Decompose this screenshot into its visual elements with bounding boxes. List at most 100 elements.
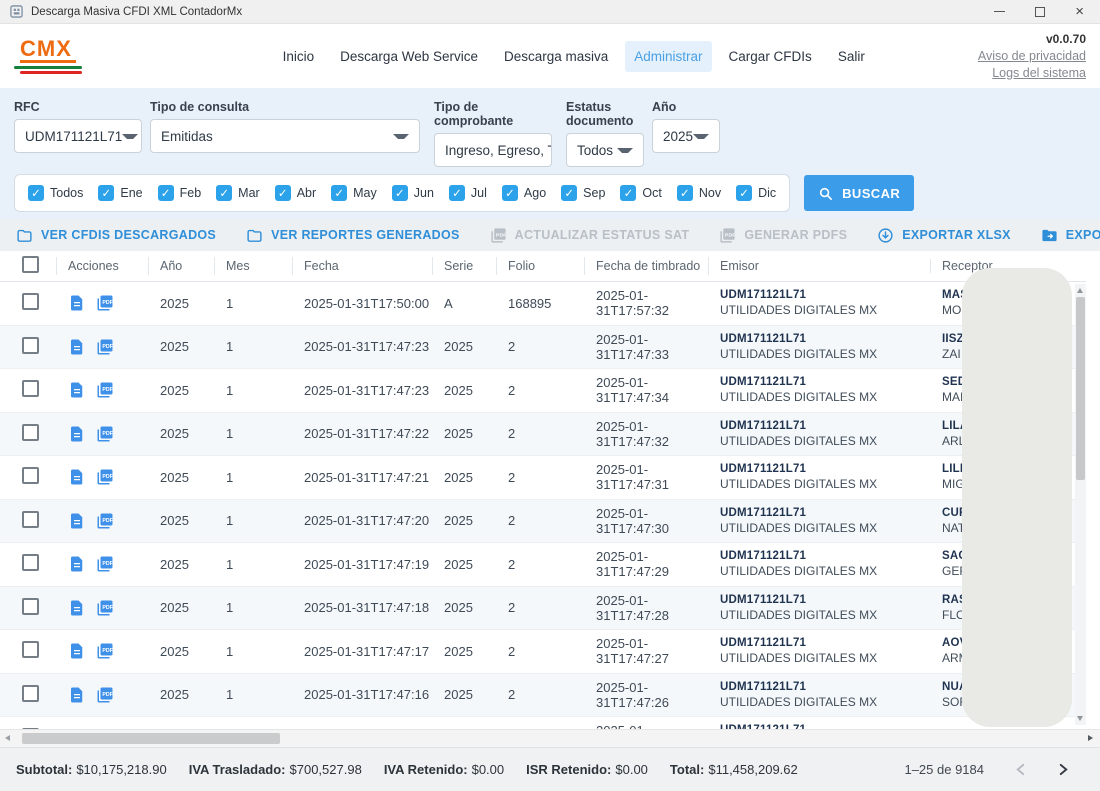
close-button[interactable]: × [1075,4,1084,19]
nav-item[interactable]: Salir [829,41,874,72]
buscar-button[interactable]: BUSCAR [804,175,914,211]
view-pdf-icon[interactable]: PDF [96,381,114,399]
toolbar-button[interactable]: PDF VER CFDIS DESCARGADOS [16,227,216,244]
view-xml-icon[interactable] [68,555,86,573]
month-filter[interactable]: Feb [158,185,202,201]
month-filter[interactable]: Ago [502,185,546,201]
row-checkbox[interactable] [22,511,39,528]
view-xml-icon[interactable] [68,468,86,486]
cell-fecha: 2025-01-31T17:47:22 [292,426,432,441]
row-checkbox[interactable] [22,554,39,571]
month-checkbox[interactable] [216,185,232,201]
view-pdf-icon[interactable]: PDF [96,338,114,356]
view-pdf-icon[interactable]: PDF [96,599,114,617]
row-checkbox[interactable] [22,467,39,484]
row-checkbox[interactable] [22,598,39,615]
month-checkbox[interactable] [98,185,114,201]
nav-item[interactable]: Descarga masiva [495,41,617,72]
select-all-checkbox[interactable] [22,256,39,273]
view-pdf-icon[interactable]: PDF [96,425,114,443]
toolbar-button[interactable]: PDF GENERAR PDFS [719,227,847,244]
horizontal-scrollbar[interactable] [0,729,1100,747]
scroll-right-arrow[interactable] [1088,735,1093,741]
col-fecha: Fecha [292,259,432,273]
filter-select[interactable]: UDM171121L71 [14,119,142,153]
row-checkbox[interactable] [22,685,39,702]
view-pdf-icon[interactable]: PDF [96,468,114,486]
prev-page-button[interactable] [1014,763,1027,776]
month-checkbox[interactable] [561,185,577,201]
header-link[interactable]: Logs del sistema [978,65,1086,82]
month-filter[interactable]: Ene [98,185,142,201]
toolbar-button[interactable]: PDF VER REPORTES GENERADOS [246,227,460,244]
month-filter[interactable]: Jun [392,185,434,201]
month-checkbox[interactable] [677,185,693,201]
view-xml-icon[interactable] [68,294,86,312]
nav-item[interactable]: Inicio [274,41,324,72]
month-checkbox[interactable] [620,185,636,201]
month-checkbox[interactable] [158,185,174,201]
header-link[interactable]: Aviso de privacidad [978,48,1086,65]
scroll-up-arrow[interactable] [1077,288,1083,293]
month-checkbox[interactable] [28,185,44,201]
row-checkbox[interactable] [22,337,39,354]
view-xml-icon[interactable] [68,599,86,617]
filter-select[interactable]: Todos [566,133,644,167]
month-checkbox[interactable] [502,185,518,201]
view-xml-icon[interactable] [68,512,86,530]
cell-emisor: UDM171121L71 UTILIDADES DIGITALES MX [708,680,930,710]
scroll-left-arrow[interactable] [5,735,10,741]
month-filter[interactable]: Jul [449,185,487,201]
toolbar-button[interactable]: PDF ACTUALIZAR ESTATUS SAT [490,227,690,244]
month-checkbox[interactable] [736,185,752,201]
view-xml-icon[interactable] [68,642,86,660]
view-pdf-icon[interactable]: PDF [96,686,114,704]
month-checkbox[interactable] [392,185,408,201]
view-pdf-icon[interactable]: PDF [96,642,114,660]
row-checkbox[interactable] [22,293,39,310]
month-filter[interactable]: Abr [275,185,316,201]
cell-folio: 168895 [496,296,584,311]
month-checkbox[interactable] [331,185,347,201]
row-checkbox[interactable] [22,424,39,441]
month-filter[interactable]: Nov [677,185,721,201]
nav-item[interactable]: Administrar [625,41,711,72]
toolbar-button-label: ACTUALIZAR ESTATUS SAT [515,228,690,242]
toolbar-button[interactable]: PDF EXPORTAR XMLS [1041,227,1100,244]
maximize-button[interactable] [1035,7,1045,17]
month-filter[interactable]: Mar [216,185,260,201]
next-page-button[interactable] [1057,763,1070,776]
row-checkbox[interactable] [22,641,39,658]
filter-select[interactable]: Ingreso, Egreso, Traslado, Pago, Nómina [434,133,552,167]
filter-select[interactable]: Emitidas [150,119,420,153]
horizontal-scroll-thumb[interactable] [22,733,280,744]
nav-item[interactable]: Descarga Web Service [331,41,487,72]
toolbar-button[interactable]: PDF EXPORTAR XLSX [877,227,1011,244]
view-pdf-icon[interactable]: PDF [96,555,114,573]
view-xml-icon[interactable] [68,338,86,356]
month-filter[interactable]: May [331,185,377,201]
scroll-down-arrow[interactable] [1077,716,1083,721]
view-xml-icon[interactable] [68,686,86,704]
minimize-button[interactable] [994,11,1005,12]
cell-timbrado: 2025-01-31T17:47:28 [584,593,708,623]
emisor-rfc: UDM171121L71 [720,332,930,347]
view-pdf-icon[interactable]: PDF [96,512,114,530]
month-filter[interactable]: Dic [736,185,776,201]
cell-mes: 1 [214,600,292,615]
view-xml-icon[interactable] [68,381,86,399]
cell-timbrado: 2025-01-31T17:47:34 [584,375,708,405]
month-checkbox[interactable] [449,185,465,201]
month-filter[interactable]: Todos [28,185,83,201]
row-checkbox[interactable] [22,380,39,397]
vertical-scrollbar[interactable] [1075,284,1086,725]
month-filter[interactable]: Oct [620,185,661,201]
month-checkbox[interactable] [275,185,291,201]
month-filter[interactable]: Sep [561,185,605,201]
filter-select[interactable]: 2025 [652,119,720,153]
view-xml-icon[interactable] [68,425,86,443]
view-pdf-icon[interactable]: PDF [96,294,114,312]
filter-field: Tipo de comprobante Ingreso, Egreso, Tra… [434,100,552,167]
nav-item[interactable]: Cargar CFDIs [720,41,821,72]
vertical-scroll-thumb[interactable] [1076,297,1085,480]
